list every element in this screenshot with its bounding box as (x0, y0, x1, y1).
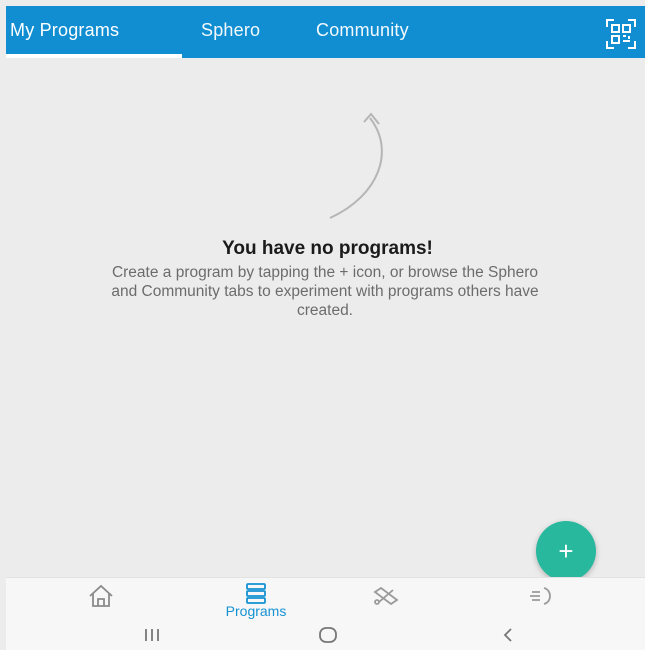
tab-my-programs-label: My Programs (10, 20, 120, 40)
nav-home[interactable] (76, 578, 126, 620)
drive-icon (373, 586, 399, 606)
system-back-button[interactable] (496, 623, 520, 647)
home-pill-icon (319, 627, 337, 643)
system-home-button[interactable] (313, 623, 343, 647)
nav-programs[interactable]: Programs (201, 578, 311, 620)
active-tab-indicator (6, 54, 182, 58)
home-icon (89, 584, 113, 607)
add-program-button[interactable]: + (536, 521, 596, 581)
qr-code-button[interactable] (605, 18, 637, 50)
curved-arrow-icon (329, 112, 383, 219)
plus-icon: + (558, 536, 574, 566)
recent-apps-icon (145, 629, 159, 641)
sensors-icon (530, 587, 551, 605)
tab-community-label: Community (316, 20, 409, 40)
tab-my-programs[interactable]: My Programs (10, 20, 180, 41)
tab-sphero[interactable]: Sphero (201, 20, 260, 41)
bottom-navigation: Programs (6, 577, 645, 620)
qr-code-icon (606, 19, 636, 49)
nav-programs-label: Programs (225, 603, 287, 619)
tab-sphero-label: Sphero (201, 20, 261, 40)
top-tab-bar: My Programs Sphero Community (6, 6, 645, 58)
tab-community[interactable]: Community (316, 20, 409, 41)
nav-drive[interactable] (356, 578, 416, 620)
empty-state-title: You have no programs! (222, 238, 433, 259)
recent-apps-button[interactable] (138, 623, 166, 647)
app-screen: My Programs Sphero Community You have no… (0, 0, 645, 650)
back-icon (503, 628, 512, 642)
programs-icon (246, 583, 266, 604)
nav-sensors[interactable] (511, 578, 571, 620)
empty-state-description: Create a program by tapping the + icon, … (111, 264, 539, 319)
system-navigation-bar (6, 620, 645, 650)
